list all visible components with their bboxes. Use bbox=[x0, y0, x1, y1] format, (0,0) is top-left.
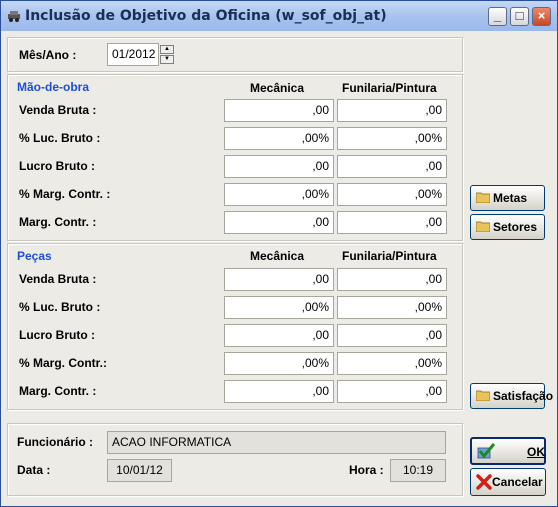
parts-row-label: Venda Bruta : bbox=[19, 272, 97, 286]
close-button[interactable]: × bbox=[532, 7, 551, 26]
parts-lucro-funilaria-field[interactable]: ,00 bbox=[337, 324, 447, 347]
labor-lucro-mecanica-field[interactable]: ,00 bbox=[224, 155, 334, 178]
labor-col-funilaria: Funilaria/Pintura bbox=[342, 81, 437, 95]
parts-col-mecanica: Mecânica bbox=[250, 249, 305, 263]
labor-luc-mecanica-field[interactable]: ,00% bbox=[224, 127, 334, 150]
red-x-icon bbox=[476, 474, 492, 490]
labor-row-label: % Luc. Bruto : bbox=[19, 131, 101, 145]
parts-row-label: % Luc. Bruto : bbox=[19, 300, 101, 314]
labor-luc-funilaria-field[interactable]: ,00% bbox=[337, 127, 447, 150]
parts-marg-pct-mecanica-field[interactable]: ,00% bbox=[224, 352, 334, 375]
folder-icon bbox=[476, 221, 490, 232]
time-label: Hora : bbox=[349, 463, 384, 477]
period-label: Mês/Ano : bbox=[19, 48, 77, 62]
labor-venda-mecanica-field[interactable]: ,00 bbox=[224, 99, 334, 122]
labor-marg-funilaria-field[interactable]: ,00 bbox=[337, 211, 447, 234]
labor-marg-mecanica-field[interactable]: ,00 bbox=[224, 211, 334, 234]
folder-icon bbox=[476, 192, 490, 203]
period-spinner[interactable]: ▲ ▼ bbox=[160, 45, 176, 65]
parts-venda-funilaria-field[interactable]: ,00 bbox=[337, 268, 447, 291]
parts-marg-mecanica-field[interactable]: ,00 bbox=[224, 380, 334, 403]
cancel-button[interactable]: Cancelar bbox=[470, 468, 546, 496]
checkmark-icon bbox=[477, 443, 495, 459]
labor-lucro-funilaria-field[interactable]: ,00 bbox=[337, 155, 447, 178]
date-field: 10/01/12 bbox=[107, 459, 172, 482]
labor-row-label: Lucro Bruto : bbox=[19, 159, 95, 173]
labor-venda-funilaria-field[interactable]: ,00 bbox=[337, 99, 447, 122]
labor-col-mecanica: Mecânica bbox=[250, 81, 305, 95]
title-bar[interactable]: Inclusão de Objetivo da Oficina (w_sof_o… bbox=[1, 1, 557, 31]
cancel-button-label: Cancelar bbox=[492, 475, 543, 489]
date-label: Data : bbox=[17, 463, 51, 477]
labor-marg-pct-mecanica-field[interactable]: ,00% bbox=[224, 183, 334, 206]
labor-row-label: % Marg. Contr. : bbox=[19, 187, 111, 201]
parts-row-label: % Marg. Contr.: bbox=[19, 356, 108, 370]
labor-marg-pct-funilaria-field[interactable]: ,00% bbox=[337, 183, 447, 206]
parts-venda-mecanica-field[interactable]: ,00 bbox=[224, 268, 334, 291]
period-input[interactable]: 01/2012 bbox=[107, 43, 159, 66]
parts-marg-pct-funilaria-field[interactable]: ,00% bbox=[337, 352, 447, 375]
parts-luc-funilaria-field[interactable]: ,00% bbox=[337, 296, 447, 319]
parts-marg-funilaria-field[interactable]: ,00 bbox=[337, 380, 447, 403]
setores-button-label: Setores bbox=[493, 220, 538, 234]
labor-row-label: Venda Bruta : bbox=[19, 103, 97, 117]
spin-down-icon[interactable]: ▼ bbox=[160, 55, 174, 64]
employee-field: ACAO INFORMATICA bbox=[107, 431, 446, 454]
parts-col-funilaria: Funilaria/Pintura bbox=[342, 249, 437, 263]
main-window: Inclusão de Objetivo da Oficina (w_sof_o… bbox=[0, 0, 558, 507]
ok-button-label: OK bbox=[527, 445, 545, 459]
setores-button[interactable]: Setores bbox=[470, 214, 545, 240]
parts-luc-mecanica-field[interactable]: ,00% bbox=[224, 296, 334, 319]
parts-row-label: Marg. Contr. : bbox=[19, 384, 97, 398]
metas-button[interactable]: Metas Of. bbox=[470, 185, 545, 229]
minimize-button[interactable]: _ bbox=[488, 7, 507, 26]
window-title: Inclusão de Objetivo da Oficina (w_sof_o… bbox=[25, 8, 387, 24]
parts-section-title: Peças bbox=[17, 249, 52, 263]
parts-row-label: Lucro Bruto : bbox=[19, 328, 95, 342]
labor-section-title: Mão-de-obra bbox=[17, 80, 89, 94]
satisfacao-button-label: Satisfação bbox=[493, 389, 554, 403]
car-icon bbox=[8, 11, 20, 22]
spin-up-icon[interactable]: ▲ bbox=[160, 45, 174, 54]
satisfacao-button[interactable]: Satisfação bbox=[470, 383, 553, 409]
labor-row-label: Marg. Contr. : bbox=[19, 215, 97, 229]
employee-label: Funcionário : bbox=[17, 435, 93, 449]
folder-icon bbox=[476, 390, 490, 401]
maximize-button[interactable]: □ bbox=[510, 7, 529, 26]
time-field: 10:19 bbox=[390, 459, 446, 482]
parts-lucro-mecanica-field[interactable]: ,00 bbox=[224, 324, 334, 347]
ok-button[interactable]: OK bbox=[470, 437, 546, 465]
